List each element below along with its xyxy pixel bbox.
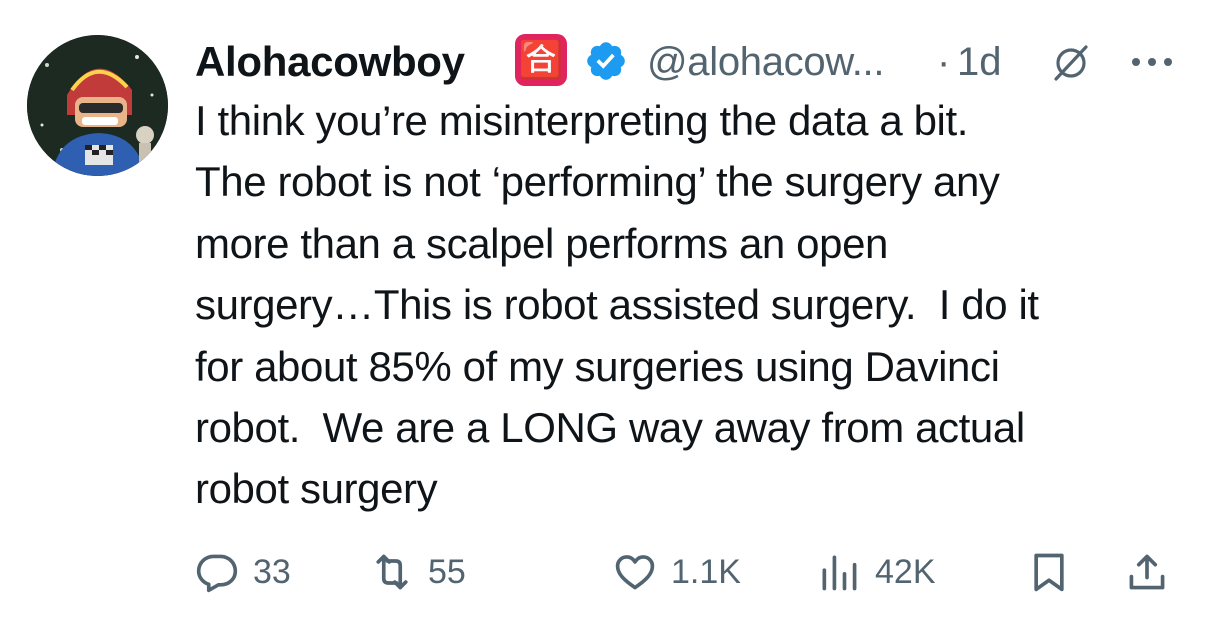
badge-emoji-icon: 🈴 — [515, 34, 567, 86]
share-icon — [1129, 554, 1165, 590]
grok-icon[interactable] — [1050, 42, 1092, 84]
bookmark-icon — [1034, 553, 1064, 592]
author-name[interactable]: Alohacowboy — [195, 38, 465, 86]
repost-icon — [376, 554, 408, 590]
action-bar: 33 55 1.1K 42K — [195, 545, 1185, 599]
share-button[interactable] — [1125, 545, 1169, 599]
avatar[interactable] — [27, 35, 168, 176]
reply-count: 33 — [253, 552, 291, 591]
views-button[interactable]: 42K — [817, 545, 936, 599]
views-count: 42K — [875, 552, 936, 591]
heart-icon — [615, 555, 655, 590]
reply-button[interactable]: 33 — [195, 545, 291, 599]
like-count: 1.1K — [671, 552, 741, 591]
repost-count: 55 — [428, 552, 466, 591]
more-options-icon[interactable] — [1128, 54, 1176, 70]
author-handle[interactable]: @alohacow... — [647, 40, 884, 85]
tweet-text: I think you’re misinterpreting the data … — [195, 97, 1039, 513]
like-button[interactable]: 1.1K — [613, 545, 741, 599]
separator-dot: · — [937, 40, 951, 84]
verified-badge-icon — [587, 42, 625, 80]
tweet[interactable]: Alohacowboy 🈴 @alohacow... · 1d I think … — [0, 0, 1206, 624]
tweet-header: Alohacowboy 🈴 @alohacow... · 1d — [195, 30, 1185, 92]
repost-button[interactable]: 55 — [370, 545, 466, 599]
avatar-image — [27, 35, 168, 176]
views-chart-icon — [822, 555, 857, 591]
reply-icon — [196, 554, 238, 593]
bookmark-button[interactable] — [1027, 545, 1071, 599]
timestamp[interactable]: 1d — [957, 40, 1002, 85]
